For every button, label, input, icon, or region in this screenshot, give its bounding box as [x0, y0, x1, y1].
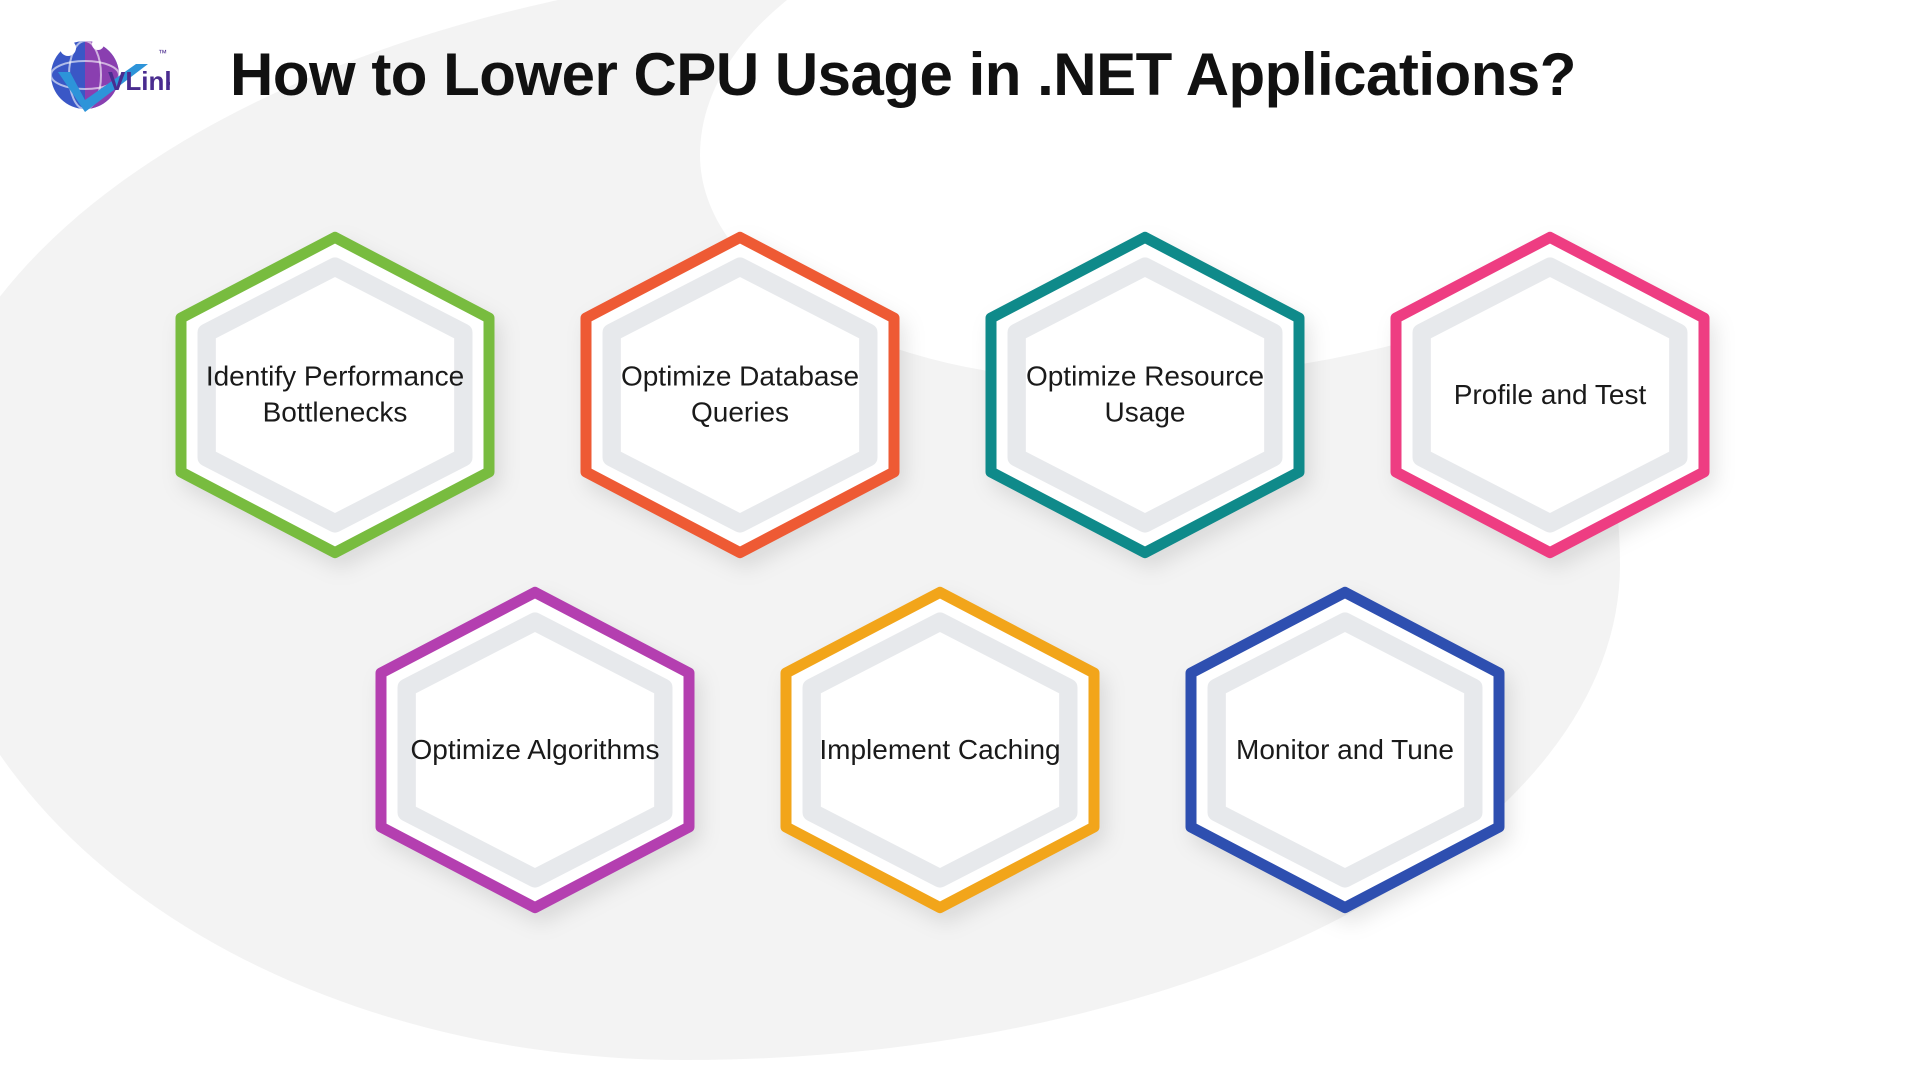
hex-profile-test: Profile and Test — [1365, 230, 1735, 560]
page-title: How to Lower CPU Usage in .NET Applicati… — [230, 40, 1860, 109]
hex-optimize-resource: Optimize Resource Usage — [960, 230, 1330, 560]
hex-label: Optimize Algorithms — [406, 732, 665, 768]
hex-implement-caching: Implement Caching — [755, 585, 1125, 915]
hex-optimize-algorithms: Optimize Algorithms — [350, 585, 720, 915]
hex-optimize-db: Optimize Database Queries — [555, 230, 925, 560]
hex-label: Optimize Resource Usage — [1016, 359, 1275, 432]
hex-identify-bottlenecks: Identify Performance Bottlenecks — [150, 230, 520, 560]
brand-logo: VLink ™ — [40, 30, 170, 120]
hex-label: Monitor and Tune — [1216, 732, 1475, 768]
hex-label: Identify Performance Bottlenecks — [206, 359, 465, 432]
hex-monitor-tune: Monitor and Tune — [1160, 585, 1530, 915]
svg-text:™: ™ — [158, 48, 167, 58]
hex-label: Profile and Test — [1421, 377, 1680, 413]
hex-label: Optimize Database Queries — [611, 359, 870, 432]
hex-label: Implement Caching — [811, 732, 1070, 768]
brand-name: VLink — [108, 66, 170, 96]
